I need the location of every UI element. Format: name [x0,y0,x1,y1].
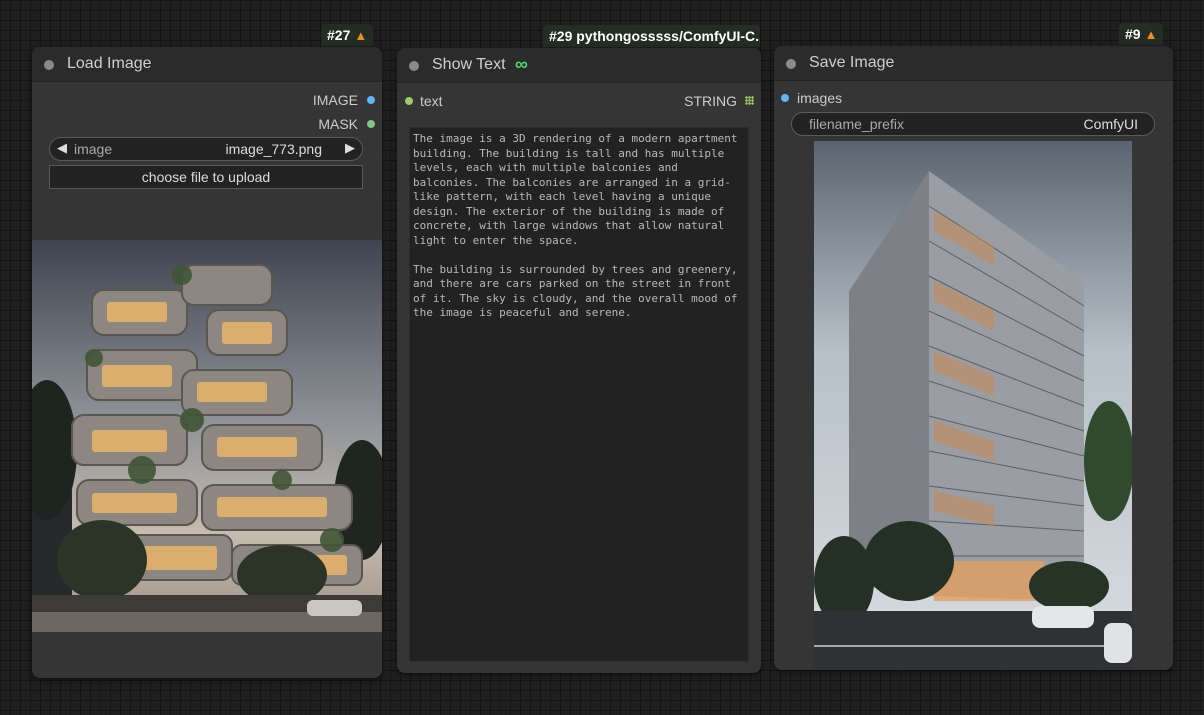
widget-label: image [74,141,113,157]
widget-value: image_773.png [225,141,322,157]
save-image-node[interactable]: Save Image images filename_prefix ComfyU… [774,46,1173,670]
pysssss-snake-icon: ∞ [515,54,528,74]
fox-icon: ▲ [1144,27,1158,42]
output-label-mask: MASK [318,116,358,132]
grid-port-icon[interactable] [745,96,754,105]
fox-icon: ▲ [354,28,368,43]
input-image-preview [32,240,382,632]
input-label-text: text [420,93,443,109]
text-output-area[interactable]: The image is a 3D rendering of a modern … [409,127,749,662]
collapse-toggle[interactable] [409,61,419,71]
collapse-toggle[interactable] [44,60,54,70]
output-image-preview [814,141,1132,669]
node-title: Load Image [67,55,152,72]
node-id-badge-save-image: #9 ▲ [1119,23,1164,45]
show-text-node[interactable]: Show Text ∞ text STRING The image is a 3… [397,48,761,673]
load-image-node[interactable]: Load Image IMAGE MASK ◀ image image_773.… [32,47,382,678]
node-id-badge-show-text: #29 pythongosssss/ComfyUI-C.. [543,25,760,47]
arrow-left-icon[interactable]: ◀ [57,140,67,156]
widget-value: ComfyUI [1083,116,1138,132]
node-title: Show Text [432,56,506,73]
node-title: Save Image [809,54,895,71]
upload-button[interactable]: choose file to upload [49,165,363,189]
arrow-right-icon[interactable]: ▶ [345,140,355,156]
node-title-bar[interactable]: Load Image [32,47,382,82]
building-photo [814,141,1132,669]
filename-prefix-widget[interactable]: filename_prefix ComfyUI [791,112,1155,136]
output-port-image[interactable] [367,96,375,104]
node-id: #9 [1125,26,1141,42]
node-id: #29 pythongosssss/ComfyUI-C.. [549,28,760,44]
node-id-badge-load-image: #27 ▲ [321,24,374,46]
node-id: #27 [327,27,351,43]
output-port-mask[interactable] [367,120,375,128]
output-label-image: IMAGE [312,92,358,108]
input-port-images[interactable] [781,94,789,102]
input-label-images: images [797,90,843,106]
input-port-text[interactable] [405,97,413,105]
collapse-toggle[interactable] [786,59,796,69]
image-combo-widget[interactable]: ◀ image image_773.png ▶ [49,137,363,161]
widget-label: filename_prefix [809,116,904,132]
building-photo [32,240,382,632]
node-title-bar[interactable]: Show Text ∞ [397,48,761,83]
output-label-string: STRING [684,93,737,109]
node-title-bar[interactable]: Save Image [774,46,1173,81]
